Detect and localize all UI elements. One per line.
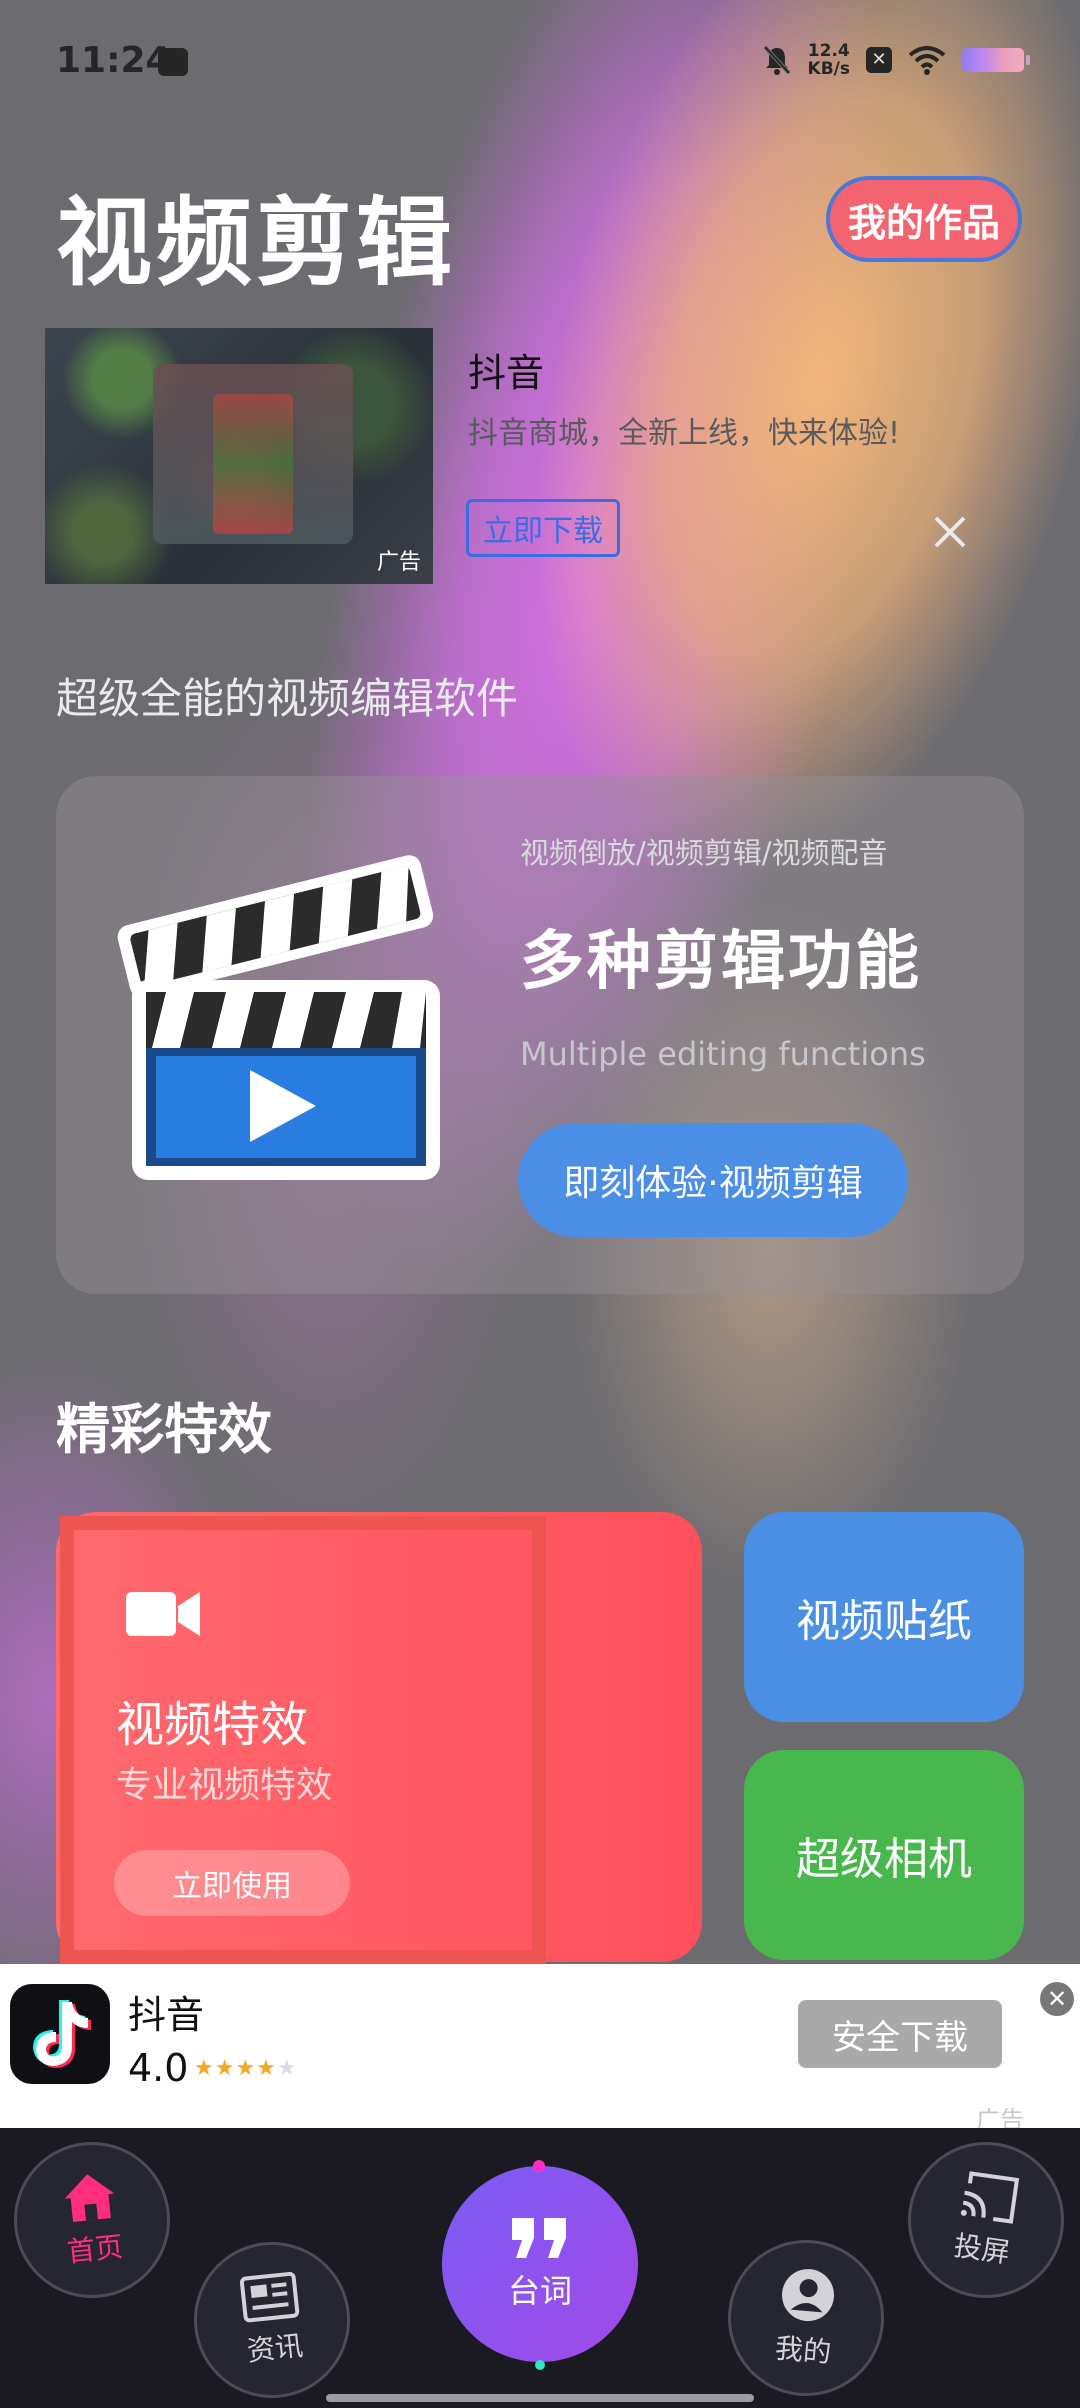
cast-icon bbox=[960, 2171, 1020, 2224]
banner-app-name: 抖音 bbox=[128, 1993, 205, 2037]
close-box-icon: ✕ bbox=[866, 47, 892, 73]
nav-home-label: 首页 bbox=[65, 2230, 125, 2269]
video-effects-subtitle: 专业视频特效 bbox=[116, 1765, 333, 1806]
feature-tags: 视频倒放/视频剪辑/视频配音 bbox=[520, 836, 888, 870]
nav-mine-label: 我的 bbox=[773, 2331, 833, 2370]
nav-lines-label: 台词 bbox=[507, 2272, 572, 2310]
home-icon bbox=[64, 2174, 115, 2222]
tiktok-logo-icon bbox=[10, 1984, 110, 2084]
banner-close-icon[interactable]: ✕ bbox=[1040, 1982, 1074, 2016]
ad-title[interactable]: 抖音 bbox=[468, 342, 544, 397]
video-camera-icon bbox=[126, 1592, 200, 1636]
status-time: 11:24 bbox=[56, 40, 171, 81]
video-effects-title: 视频特效 bbox=[116, 1697, 309, 1753]
super-camera-button[interactable]: 超级相机 bbox=[744, 1750, 1024, 1960]
battery-icon bbox=[962, 48, 1030, 72]
banner-rating: 4.0 bbox=[128, 2046, 189, 2090]
close-icon[interactable] bbox=[928, 510, 972, 554]
ad-description: 抖音商城，全新上线，快来体验! bbox=[468, 416, 901, 451]
clapperboard-icon bbox=[117, 855, 440, 1180]
ad-label: 广告 bbox=[376, 550, 421, 575]
safe-download-button[interactable]: 安全下载 bbox=[798, 2000, 1002, 2068]
status-bar: 11:24 12.4 KB/s ✕ bbox=[0, 0, 1080, 124]
nav-indicator-dot bbox=[533, 2160, 545, 2172]
nav-cast-label: 投屏 bbox=[951, 2228, 1012, 2270]
use-now-button[interactable]: 立即使用 bbox=[114, 1850, 350, 1916]
mute-bell-icon bbox=[763, 45, 791, 75]
video-stickers-button[interactable]: 视频贴纸 bbox=[744, 1512, 1024, 1722]
home-indicator[interactable] bbox=[326, 2394, 754, 2402]
nav-lines[interactable]: 台词 bbox=[442, 2166, 638, 2362]
ad-image[interactable]: 广告 bbox=[45, 328, 433, 584]
nav-indicator-dot bbox=[535, 2360, 545, 2370]
feature-title: 多种剪辑功能 bbox=[520, 925, 922, 999]
notification-icon bbox=[158, 48, 188, 76]
news-icon bbox=[239, 2271, 300, 2323]
try-editing-button[interactable]: 即刻体验·视频剪辑 bbox=[518, 1123, 908, 1237]
my-works-button[interactable]: 我的作品 bbox=[826, 176, 1022, 262]
ad-download-button[interactable]: 立即下载 bbox=[466, 499, 620, 557]
net-speed: 12.4 KB/s bbox=[807, 41, 850, 79]
rating-stars-icon: ★★★★★ bbox=[194, 2056, 298, 2081]
quote-icon bbox=[512, 2218, 566, 2258]
wifi-icon bbox=[908, 46, 946, 75]
section-title-effects: 精彩特效 bbox=[56, 1398, 272, 1461]
page-title: 视频剪辑 bbox=[56, 187, 456, 299]
nav-news-label: 资讯 bbox=[245, 2329, 305, 2368]
user-icon bbox=[782, 2269, 835, 2322]
feature-subtitle-en: Multiple editing functions bbox=[520, 1035, 926, 1073]
page-subtitle: 超级全能的视频编辑软件 bbox=[56, 674, 519, 723]
banner-ad[interactable]: 抖音 4.0 ★★★★★ 安全下载 ✕ 广告 bbox=[0, 1964, 1080, 2134]
